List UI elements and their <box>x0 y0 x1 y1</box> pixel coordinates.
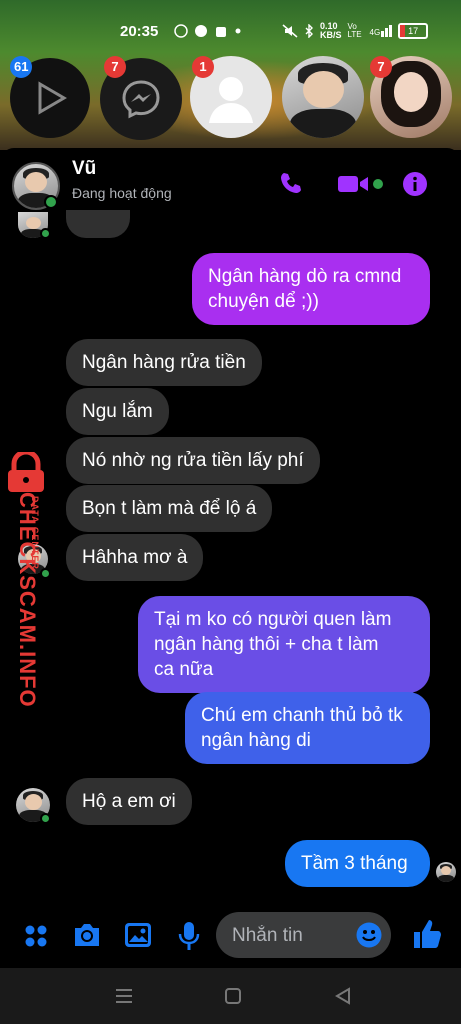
signal-indicator: 4G <box>370 25 393 37</box>
online-indicator <box>44 195 58 209</box>
network-speed: 0.10 KB/S <box>320 21 342 40</box>
microphone-icon[interactable] <box>178 921 200 951</box>
message-bubble-out[interactable]: Chú em chanh thủ bỏ tk ngân hàng di <box>185 692 430 764</box>
info-icon[interactable] <box>402 171 428 197</box>
volte-indicator: Vo LTE <box>347 22 362 39</box>
partial-message <box>66 210 130 238</box>
message-bubble-in[interactable]: Ngân hàng rửa tiền <box>66 339 262 386</box>
recents-menu-icon[interactable] <box>114 988 134 1004</box>
emoji-icon[interactable] <box>356 922 382 948</box>
system-icons: 0.10 KB/S Vo LTE 4G 17 <box>282 21 429 40</box>
play-icon <box>38 81 67 115</box>
watermark-sub: DATA CENTER <box>30 496 40 570</box>
contact-status: Đang hoạt động <box>72 185 172 201</box>
dot-icon <box>235 28 241 34</box>
camera-icon[interactable] <box>72 922 102 948</box>
battery-indicator: 17 <box>398 23 429 39</box>
composer-bar <box>0 906 461 968</box>
chat-window: Vũ Đang hoạt động Ngân hàng dò ra cmnd c… <box>0 148 461 968</box>
message-input[interactable] <box>230 912 354 960</box>
checkscam-watermark: CHECKSCAM.INFO DATA CENTER <box>4 452 48 708</box>
notification-icons <box>174 24 242 38</box>
mute-icon <box>282 24 298 38</box>
online-indicator-small <box>40 228 51 239</box>
message-bubble-out[interactable]: Tại m ko có người quen làm ngân hàng thô… <box>138 596 430 693</box>
status-time: 20:35 <box>120 22 159 40</box>
default-avatar-badge: 1 <box>192 56 214 78</box>
app-notification-icon <box>195 25 207 37</box>
message-bubble-in[interactable]: Nó nhờ ng rửa tiền lấy phí <box>66 437 320 484</box>
thumbs-up-icon[interactable] <box>412 918 442 950</box>
message-bubble-out[interactable]: Tầm 3 tháng <box>285 840 430 887</box>
seen-avatar <box>436 862 456 882</box>
messenger-icon <box>122 80 160 119</box>
male-avatar-chat-head[interactable] <box>282 56 364 138</box>
video-online-dot <box>373 179 383 189</box>
gallery-icon[interactable] <box>124 922 152 948</box>
bluetooth-icon <box>305 24 313 38</box>
apps-grid-icon[interactable] <box>24 924 48 948</box>
video-call-icon[interactable] <box>338 174 370 194</box>
home-button-icon[interactable] <box>224 987 242 1005</box>
person-icon <box>209 77 253 123</box>
message-bubble-in[interactable]: Ngu lắm <box>66 388 169 435</box>
back-button-icon[interactable] <box>334 987 352 1005</box>
message-bubble-in[interactable]: Hâhha mơ à <box>66 534 204 581</box>
messenger-notification-icon <box>174 24 188 38</box>
phone-icon[interactable] <box>278 170 304 196</box>
system-navigation-bar <box>0 968 461 1024</box>
status-bar: 20:35 0.10 KB/S Vo LTE 4G 17 <box>0 18 461 44</box>
message-bubble-in[interactable]: Hộ a em ơi <box>66 778 192 825</box>
shopping-notification-icon <box>216 27 226 37</box>
contact-name[interactable]: Vũ <box>72 158 96 180</box>
messenger-badge: 7 <box>104 56 126 78</box>
online-indicator-small <box>40 813 51 824</box>
female-avatar-badge: 7 <box>370 56 392 78</box>
message-input-container[interactable] <box>216 912 391 960</box>
message-bubble-out[interactable]: Ngân hàng dò ra cmnd chuyện dể ;)) <box>192 253 430 325</box>
chat-header: Vũ Đang hoạt động <box>0 148 461 214</box>
message-bubble-in[interactable]: Bọn t làm mà để lộ á <box>66 485 273 532</box>
lock-icon <box>8 452 44 492</box>
